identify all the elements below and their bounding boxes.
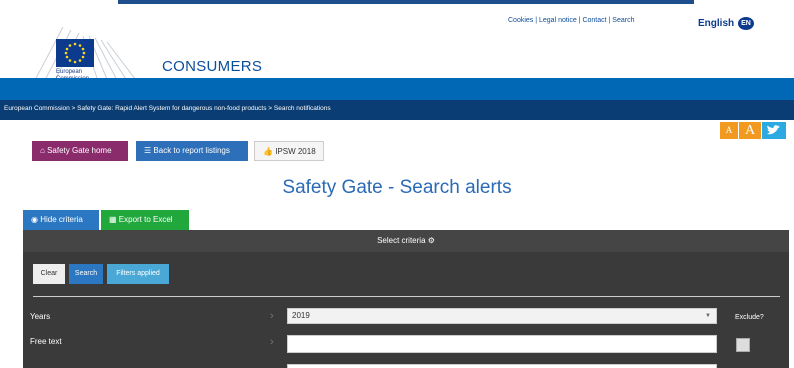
years-label: Years — [30, 312, 51, 321]
back-label: Back to report listings — [153, 146, 230, 155]
chevron-right-icon: › — [270, 310, 274, 322]
filters-applied-button[interactable]: Filters applied — [107, 264, 169, 284]
exclude-label: Exclude? — [735, 314, 764, 321]
export-label: Export to Excel — [118, 215, 173, 224]
criteria-divider — [33, 296, 780, 297]
language-selector[interactable]: English — [698, 18, 734, 29]
twitter-button[interactable] — [762, 122, 786, 139]
header-top-accent — [118, 0, 694, 4]
years-select[interactable]: 2019 ▼ — [287, 308, 717, 324]
site-brand[interactable]: CONSUMERS — [162, 58, 262, 75]
free-text-label: Free text — [30, 337, 62, 346]
exclude-checkbox[interactable] — [736, 338, 750, 352]
ipsw-2018-button[interactable]: 👍 IPSW 2018 — [254, 141, 324, 161]
caret-down-icon: ▼ — [705, 313, 711, 319]
ipsw-label: IPSW 2018 — [275, 147, 316, 156]
criteria-header-label: Select criteria — [377, 236, 426, 245]
top-links[interactable]: Cookies | Legal notice | Contact | Searc… — [508, 17, 634, 24]
hide-criteria-tab[interactable]: ◉ Hide criteria — [23, 210, 99, 230]
free-text-input[interactable] — [287, 335, 717, 353]
eye-slash-icon: ◉ — [31, 215, 41, 224]
language-code-badge[interactable]: EN — [738, 17, 754, 30]
thumbs-up-icon: 👍 — [263, 147, 276, 156]
safety-gate-home-button[interactable]: ⌂ Safety Gate home — [32, 141, 128, 161]
gear-icon: ⚙ — [427, 236, 435, 245]
excel-icon: ▦ — [109, 215, 119, 224]
font-increase-button[interactable]: A — [739, 122, 761, 139]
export-excel-tab[interactable]: ▦ Export to Excel — [101, 210, 189, 230]
search-button[interactable]: Search — [69, 264, 103, 284]
back-to-listings-button[interactable]: ☰ Back to report listings — [136, 141, 248, 161]
twitter-icon — [767, 125, 780, 135]
chevron-right-icon: › — [270, 336, 274, 348]
eu-flag-icon — [56, 39, 94, 67]
criteria-header[interactable]: Select criteria ⚙ — [23, 230, 789, 252]
page-title: Safety Gate - Search alerts — [282, 177, 512, 198]
home-label: Safety Gate home — [47, 146, 112, 155]
home-icon: ⌂ — [40, 146, 48, 155]
clear-button[interactable]: Clear — [33, 264, 65, 284]
years-value: 2019 — [292, 311, 310, 320]
font-decrease-button[interactable]: A — [720, 122, 738, 139]
next-criteria-input[interactable] — [287, 364, 717, 368]
breadcrumb[interactable]: European Commission > Safety Gate: Rapid… — [4, 105, 331, 112]
list-icon: ☰ — [144, 146, 154, 155]
brand-bar — [0, 78, 794, 100]
hide-label: Hide criteria — [40, 215, 83, 224]
